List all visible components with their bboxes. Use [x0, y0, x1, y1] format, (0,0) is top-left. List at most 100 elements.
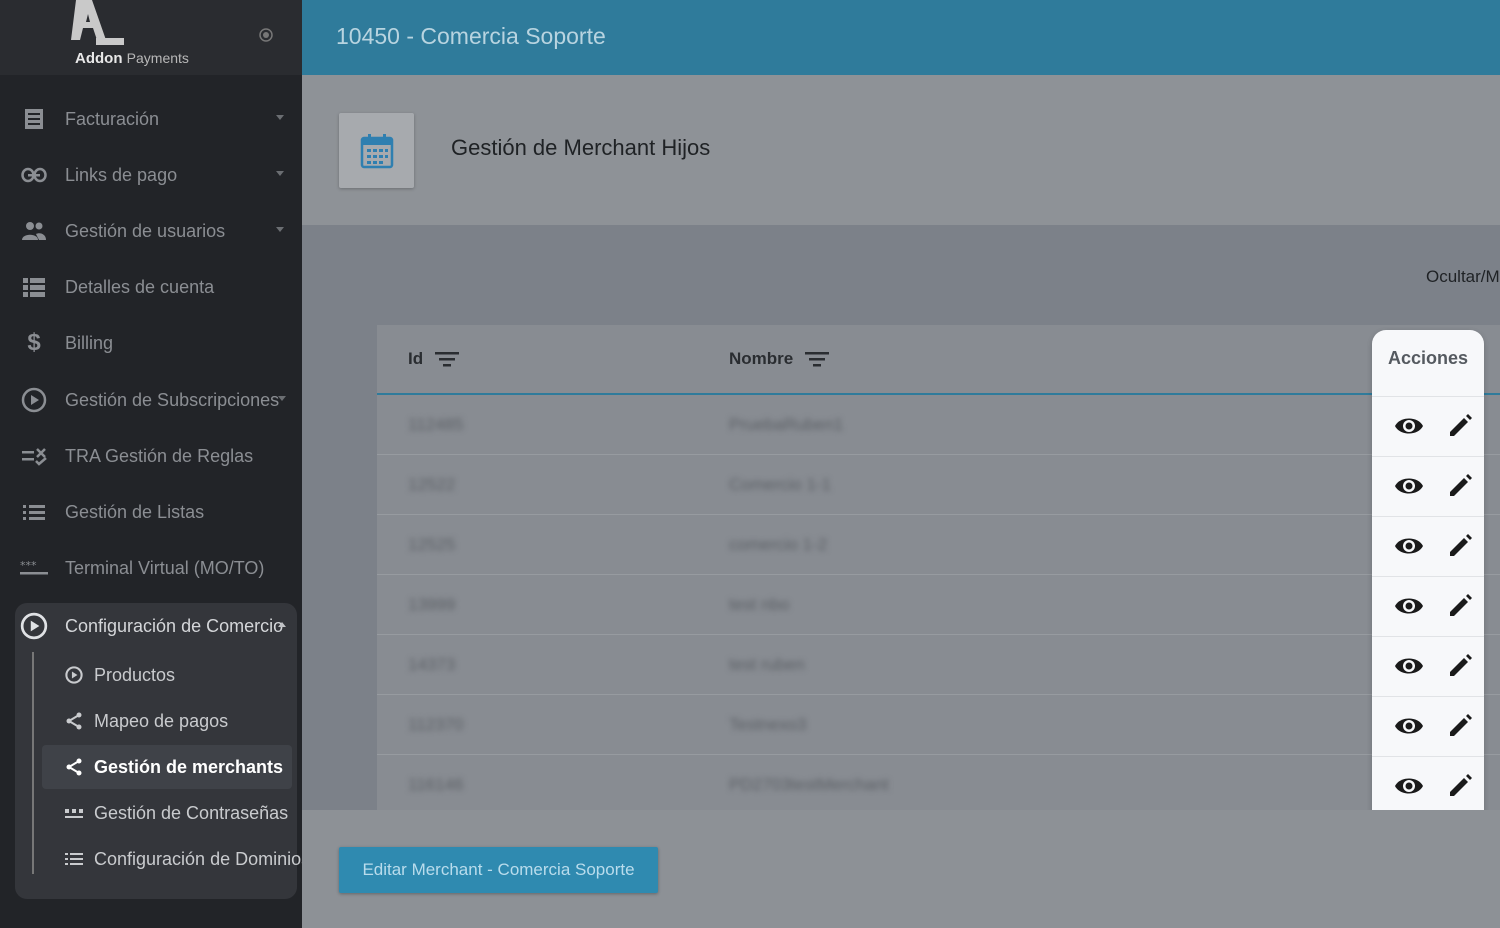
view-eye-icon[interactable] — [1394, 415, 1424, 437]
sidebar-item-listas[interactable]: Gestión de Listas — [0, 484, 302, 540]
chevron-down-icon — [276, 227, 284, 232]
top-header: 10450 - Comercia Soporte — [302, 0, 1500, 75]
play-circle-icon — [20, 612, 48, 640]
page-icon-box — [339, 113, 414, 188]
column-header-nombre[interactable]: Nombre — [729, 349, 830, 369]
table-row[interactable]: 12525 comercio 1-2 — [377, 515, 1500, 575]
share-icon — [64, 711, 84, 731]
sidebar-subitem-productos[interactable]: Productos — [42, 653, 292, 697]
sidebar-item-billing[interactable]: $ Billing — [0, 315, 302, 371]
chevron-up-icon — [278, 622, 286, 627]
sidebar-item-config-comercio[interactable]: Configuración de Comercio — [0, 598, 302, 654]
table-row[interactable]: 14373 test ruben — [377, 635, 1500, 695]
table-row[interactable]: 112370 Testnexo3 — [377, 695, 1500, 755]
sidebar-item-terminal-virtual[interactable]: *** Terminal Virtual (MO/TO) — [0, 540, 302, 596]
addon-logo-icon — [71, 0, 124, 45]
view-eye-icon[interactable] — [1394, 475, 1424, 497]
cell-id: 112485 — [408, 415, 464, 434]
sidebar-item-gestion-usuarios[interactable]: Gestión de usuarios — [0, 203, 302, 259]
sidebar-item-detalles-cuenta[interactable]: Detalles de cuenta — [0, 259, 302, 315]
edit-pencil-icon[interactable] — [1447, 653, 1473, 679]
cell-id: 12522 — [408, 475, 456, 494]
page-title: Gestión de Merchant Hijos — [451, 135, 711, 160]
edit-pencil-icon[interactable] — [1447, 773, 1473, 799]
sidebar-item-label: Gestión de Subscripciones — [65, 389, 280, 410]
list-detail-icon — [20, 273, 48, 301]
sidebar-item-label: TRA Gestión de Reglas — [65, 445, 254, 466]
view-eye-icon[interactable] — [1394, 775, 1424, 797]
edit-pencil-icon[interactable] — [1447, 593, 1473, 619]
actions-cell — [1372, 516, 1484, 576]
sidebar-subitem-contrasenas[interactable]: Gestión de Contraseñas — [42, 791, 292, 835]
logo-area: Addon Payments — [0, 0, 302, 75]
submenu-guide-line — [32, 652, 34, 874]
filter-icon[interactable] — [435, 350, 460, 368]
view-eye-icon[interactable] — [1394, 535, 1424, 557]
sidebar-subitem-label: Mapeo de pagos — [94, 710, 229, 731]
view-eye-icon[interactable] — [1394, 715, 1424, 737]
cell-nombre: test nbo — [729, 595, 790, 614]
sidebar-item-label: Links de pago — [65, 164, 178, 185]
sidebar-toggle-icon[interactable] — [258, 27, 274, 43]
svg-text:***: *** — [20, 560, 37, 572]
column-header-id[interactable]: Id — [408, 349, 460, 369]
cell-nombre: test ruben — [729, 655, 805, 674]
table-row[interactable]: 13999 test nbo — [377, 575, 1500, 635]
sidebar-item-links-de-pago[interactable]: Links de pago — [0, 147, 302, 203]
edit-pencil-icon[interactable] — [1447, 713, 1473, 739]
chevron-down-icon — [278, 396, 286, 401]
list-icon — [20, 498, 48, 526]
cell-nombre: comercio 1-2 — [729, 535, 828, 554]
column-header-acciones: Acciones — [1387, 348, 1469, 368]
sidebar-subitem-label: Gestión de Contraseñas — [94, 802, 289, 823]
play-circle-icon — [20, 386, 48, 414]
cell-id: 12525 — [408, 535, 456, 554]
sidebar-item-label: Gestión de Listas — [65, 501, 205, 522]
table-row[interactable]: 112485 PruebaRuben1 — [377, 395, 1500, 455]
actions-column: Acciones — [1372, 330, 1484, 824]
table-row[interactable]: 12522 Comercio 1-1 — [377, 455, 1500, 515]
sidebar-subitem-dominios[interactable]: Configuración de Dominios — [42, 837, 310, 881]
cell-nombre: Testnexo3 — [729, 715, 807, 734]
play-circle-icon — [64, 665, 84, 685]
page-header: Gestión de Merchant Hijos — [302, 75, 1500, 225]
sidebar: Addon Payments Facturación Links de pago… — [0, 0, 310, 928]
edit-pencil-icon[interactable] — [1447, 533, 1473, 559]
view-eye-icon[interactable] — [1394, 595, 1424, 617]
sidebar-subitem-gestion-merchants[interactable]: Gestión de merchants — [42, 745, 292, 789]
share-icon — [64, 757, 84, 777]
sidebar-item-tra-reglas[interactable]: TRA Gestión de Reglas — [0, 428, 302, 484]
calendar-icon — [360, 133, 393, 168]
sidebar-subitem-label: Productos — [94, 664, 176, 685]
actions-cell — [1372, 636, 1484, 696]
dollar-icon: $ — [27, 329, 41, 356]
edit-merchant-button[interactable]: Editar Merchant - Comercia Soporte — [339, 847, 658, 893]
cell-nombre: PruebaRuben1 — [729, 415, 844, 434]
actions-cell — [1372, 456, 1484, 516]
sidebar-item-label: Gestión de usuarios — [65, 220, 226, 241]
sidebar-item-label: Terminal Virtual (MO/TO) — [65, 557, 265, 578]
chevron-down-icon — [276, 115, 284, 120]
sidebar-item-label: Detalles de cuenta — [65, 276, 215, 297]
cell-id: 112370 — [408, 715, 464, 734]
brand-name: Addon Payments — [75, 50, 189, 67]
cell-nombre: Comercio 1-1 — [729, 475, 832, 494]
merchants-table: Id Nombre 112485 PruebaRuben1 12522 Come… — [377, 325, 1500, 810]
table-row[interactable]: 116146 PD2703testMerchant — [377, 755, 1500, 810]
sidebar-item-facturacion[interactable]: Facturación — [0, 91, 302, 147]
filter-icon[interactable] — [805, 350, 830, 368]
toggle-columns-link[interactable]: Ocultar/M — [1426, 267, 1500, 287]
merchant-title: 10450 - Comercia Soporte — [336, 23, 606, 49]
cell-id: 14373 — [408, 655, 456, 674]
chevron-down-icon — [276, 171, 284, 176]
actions-cell — [1372, 396, 1484, 456]
table-header: Id Nombre — [377, 325, 1500, 395]
users-icon — [20, 217, 48, 245]
edit-pencil-icon[interactable] — [1447, 473, 1473, 499]
list-icon — [64, 849, 84, 869]
view-eye-icon[interactable] — [1394, 655, 1424, 677]
sidebar-subitem-mapeo-pagos[interactable]: Mapeo de pagos — [42, 699, 292, 743]
sidebar-item-subscripciones[interactable]: Gestión de Subscripciones — [0, 372, 302, 428]
actions-cell — [1372, 756, 1484, 816]
edit-pencil-icon[interactable] — [1447, 413, 1473, 439]
